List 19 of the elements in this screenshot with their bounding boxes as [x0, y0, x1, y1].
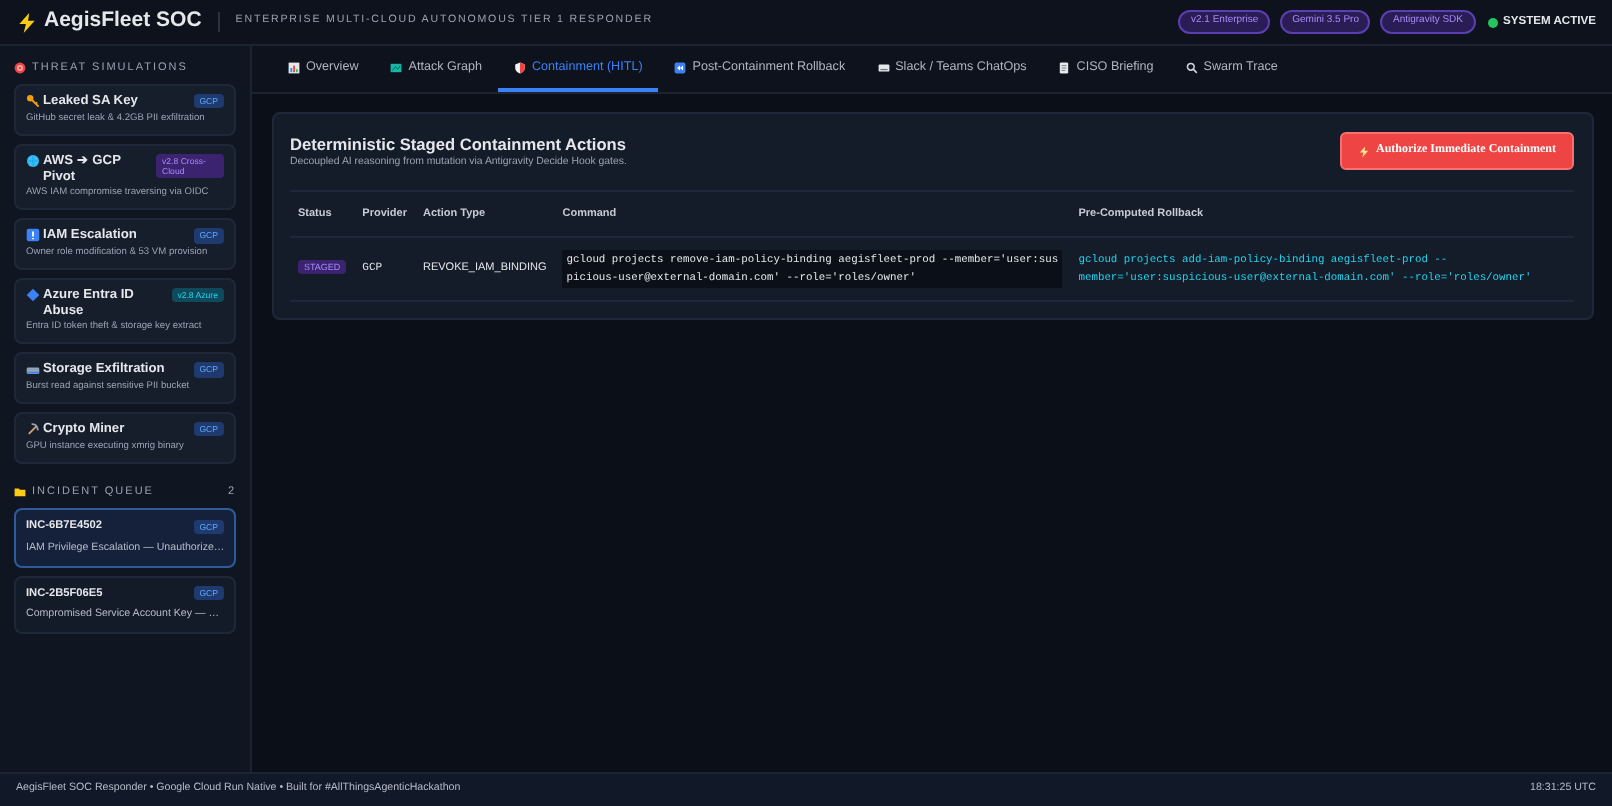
diamond-icon: [26, 288, 40, 303]
lightning-icon: [16, 11, 38, 33]
drive-icon: [26, 362, 40, 377]
document-icon: [1058, 61, 1071, 73]
globe-icon: [26, 154, 40, 169]
keyboard-icon: [877, 61, 890, 73]
shield-icon: [514, 61, 526, 73]
search-icon: [1185, 61, 1198, 73]
rewind-icon: [674, 61, 687, 73]
exclamation-icon: [26, 228, 40, 243]
app-title: AegisFleet SOC: [44, 6, 202, 37]
bar-chart-icon: [288, 61, 300, 73]
folder-icon: [14, 486, 26, 499]
target-icon: [14, 62, 26, 75]
key-icon: [26, 94, 40, 109]
lightning-icon: [1358, 145, 1370, 157]
panel-title: Deterministic Staged Containment Actions: [290, 132, 627, 156]
graph-icon: [390, 61, 403, 73]
pickaxe-icon: [26, 422, 40, 437]
